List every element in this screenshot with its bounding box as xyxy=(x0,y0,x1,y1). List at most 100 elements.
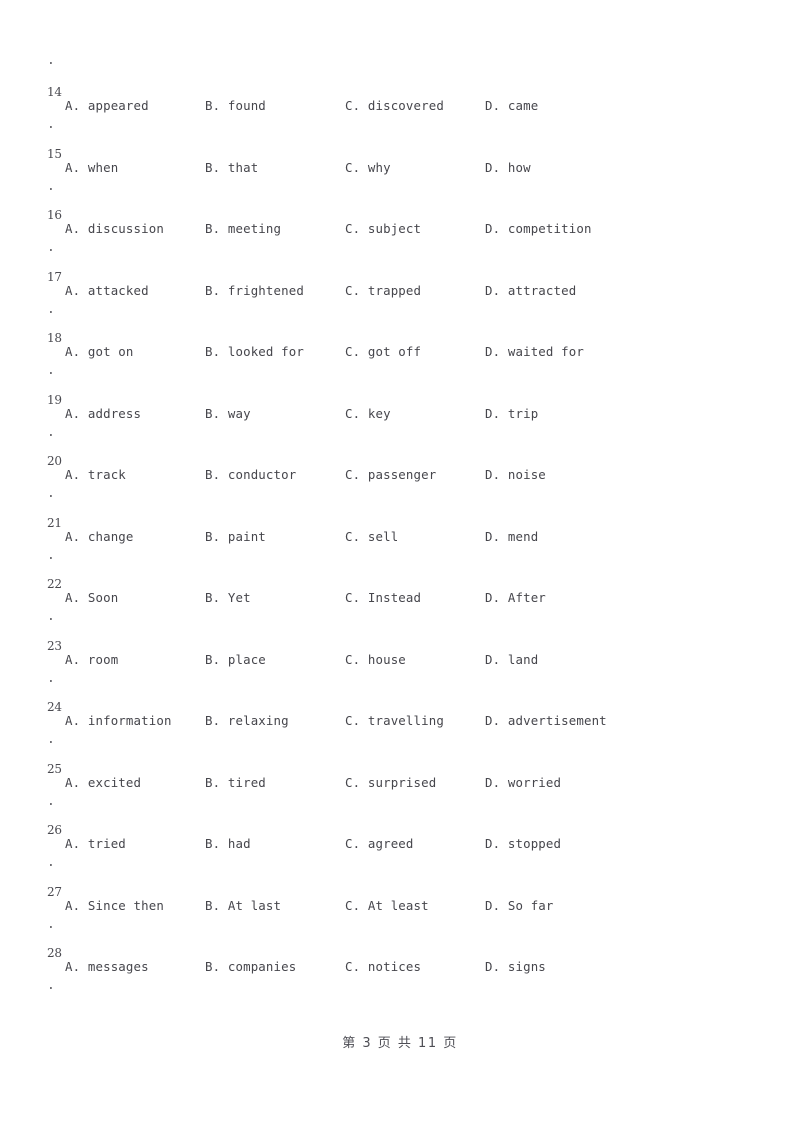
answer-option-c[interactable]: C. discovered xyxy=(345,97,444,115)
answer-option-c[interactable]: C. travelling xyxy=(345,712,444,730)
answer-option-a[interactable]: A. excited xyxy=(65,774,141,792)
answer-option-c[interactable]: C. notices xyxy=(345,958,421,976)
question-trailing-period: . xyxy=(47,670,55,686)
answer-option-d[interactable]: D. land xyxy=(485,651,538,669)
answer-option-c[interactable]: C. agreed xyxy=(345,835,414,853)
option-group: A. address B. way C. key D. trip xyxy=(65,405,765,427)
answer-option-c[interactable]: C. Instead xyxy=(345,589,421,607)
answer-option-a[interactable]: A. track xyxy=(65,466,126,484)
answer-option-d[interactable]: D. trip xyxy=(485,405,538,423)
option-text: track xyxy=(87,467,126,482)
question-number: 18 xyxy=(47,331,62,345)
answer-option-b[interactable]: B. way xyxy=(205,405,251,423)
question-number: 14 xyxy=(47,85,62,99)
option-letter: D. xyxy=(485,282,501,298)
answer-option-c[interactable]: C. got off xyxy=(345,343,421,361)
question-number: 20 xyxy=(47,454,62,468)
answer-option-b[interactable]: B. conductor xyxy=(205,466,296,484)
answer-option-d[interactable]: D. competition xyxy=(485,220,592,238)
answer-option-d[interactable]: D. worried xyxy=(485,774,561,792)
answer-option-b[interactable]: B. tired xyxy=(205,774,266,792)
answer-option-c[interactable]: C. key xyxy=(345,405,391,423)
answer-option-b[interactable]: B. place xyxy=(205,651,266,669)
answer-option-d[interactable]: D. advertisement xyxy=(485,712,607,730)
option-group: A. excited B. tired C. surprised D. worried xyxy=(65,774,765,796)
option-letter: A. xyxy=(65,344,81,359)
answer-option-b[interactable]: B. frightened xyxy=(205,282,304,300)
answer-option-c[interactable]: C. surprised xyxy=(345,774,436,792)
option-text: stopped xyxy=(507,836,562,851)
answer-option-d[interactable]: D. After xyxy=(485,589,546,607)
answer-option-a[interactable]: A. discussion xyxy=(65,220,164,238)
option-text: information xyxy=(87,713,172,728)
option-text: worried xyxy=(507,774,562,790)
option-group: A. track B. conductor C. passenger D. noise xyxy=(65,466,765,488)
answer-option-c[interactable]: C. why xyxy=(345,159,391,177)
answer-option-d[interactable]: D. signs xyxy=(485,958,546,976)
option-letter: B. xyxy=(205,98,221,113)
option-text: trip xyxy=(507,405,539,421)
question-number: 16 xyxy=(47,208,62,222)
answer-option-a[interactable]: A. Soon xyxy=(65,589,118,607)
answer-option-c[interactable]: C. At least xyxy=(345,897,429,915)
option-letter: A. xyxy=(65,897,81,913)
answer-option-b[interactable]: B. relaxing xyxy=(205,712,289,730)
option-text: agreed xyxy=(367,836,414,851)
answer-option-d[interactable]: D. came xyxy=(485,97,538,115)
answer-option-b[interactable]: B. Yet xyxy=(205,589,251,607)
answer-option-d[interactable]: D. waited for xyxy=(485,343,584,361)
question-row: 19. A. address B. way C. key D. trip xyxy=(0,394,800,456)
option-text: attracted xyxy=(507,282,577,298)
answer-option-d[interactable]: D. stopped xyxy=(485,835,561,853)
answer-option-d[interactable]: D. how xyxy=(485,159,531,177)
answer-option-b[interactable]: B. found xyxy=(205,97,266,115)
option-text: when xyxy=(87,159,119,175)
answer-option-a[interactable]: A. address xyxy=(65,405,141,423)
option-letter: B. xyxy=(205,590,221,605)
answer-option-a[interactable]: A. appeared xyxy=(65,97,149,115)
option-text: After xyxy=(507,590,546,605)
answer-option-a[interactable]: A. information xyxy=(65,712,172,730)
option-group: A. Soon B. Yet C. Instead D. After xyxy=(65,589,765,611)
answer-option-a[interactable]: A. when xyxy=(65,159,118,177)
answer-option-a[interactable]: A. tried xyxy=(65,835,126,853)
answer-option-b[interactable]: B. meeting xyxy=(205,220,281,238)
answer-option-a[interactable]: A. got on xyxy=(65,343,134,361)
answer-option-c[interactable]: C. sell xyxy=(345,528,398,546)
answer-option-c[interactable]: C. passenger xyxy=(345,466,436,484)
answer-option-b[interactable]: B. At last xyxy=(205,897,281,915)
answer-option-a[interactable]: A. messages xyxy=(65,958,149,976)
answer-option-d[interactable]: D. mend xyxy=(485,528,538,546)
option-letter: C. xyxy=(345,405,361,421)
answer-option-b[interactable]: B. companies xyxy=(205,958,296,976)
answer-option-d[interactable]: D. noise xyxy=(485,466,546,484)
answer-option-b[interactable]: B. looked for xyxy=(205,343,304,361)
option-letter: B. xyxy=(205,897,221,913)
answer-option-a[interactable]: A. change xyxy=(65,528,134,546)
option-text: had xyxy=(227,836,251,851)
answer-option-b[interactable]: B. that xyxy=(205,159,258,177)
option-letter: B. xyxy=(205,713,221,728)
option-text: signs xyxy=(507,959,546,974)
option-letter: A. xyxy=(65,467,81,482)
question-row: 18. A. got on B. looked for C. got off D. wa… xyxy=(0,332,800,394)
answer-option-a[interactable]: A. room xyxy=(65,651,118,669)
option-text: discussion xyxy=(87,221,164,236)
option-group: A. room B. place C. house D. land xyxy=(65,651,765,673)
answer-option-c[interactable]: C. trapped xyxy=(345,282,421,300)
question-row: 21. A. change B. paint C. sell D. mend xyxy=(0,517,800,579)
answer-option-b[interactable]: B. had xyxy=(205,835,251,853)
answer-option-a[interactable]: A. Since then xyxy=(65,897,164,915)
answer-option-a[interactable]: A. attacked xyxy=(65,282,149,300)
option-letter: C. xyxy=(345,959,361,974)
option-text: got off xyxy=(367,344,422,359)
question-trailing-period: . xyxy=(47,363,55,378)
option-letter: A. xyxy=(65,221,81,236)
answer-option-d[interactable]: D. So far xyxy=(485,897,554,915)
answer-option-c[interactable]: C. subject xyxy=(345,220,421,238)
answer-option-d[interactable]: D. attracted xyxy=(485,282,576,300)
option-text: looked for xyxy=(227,344,304,359)
answer-option-c[interactable]: C. house xyxy=(345,651,406,669)
answer-option-b[interactable]: B. paint xyxy=(205,528,266,546)
question-number: 23 xyxy=(47,638,62,653)
